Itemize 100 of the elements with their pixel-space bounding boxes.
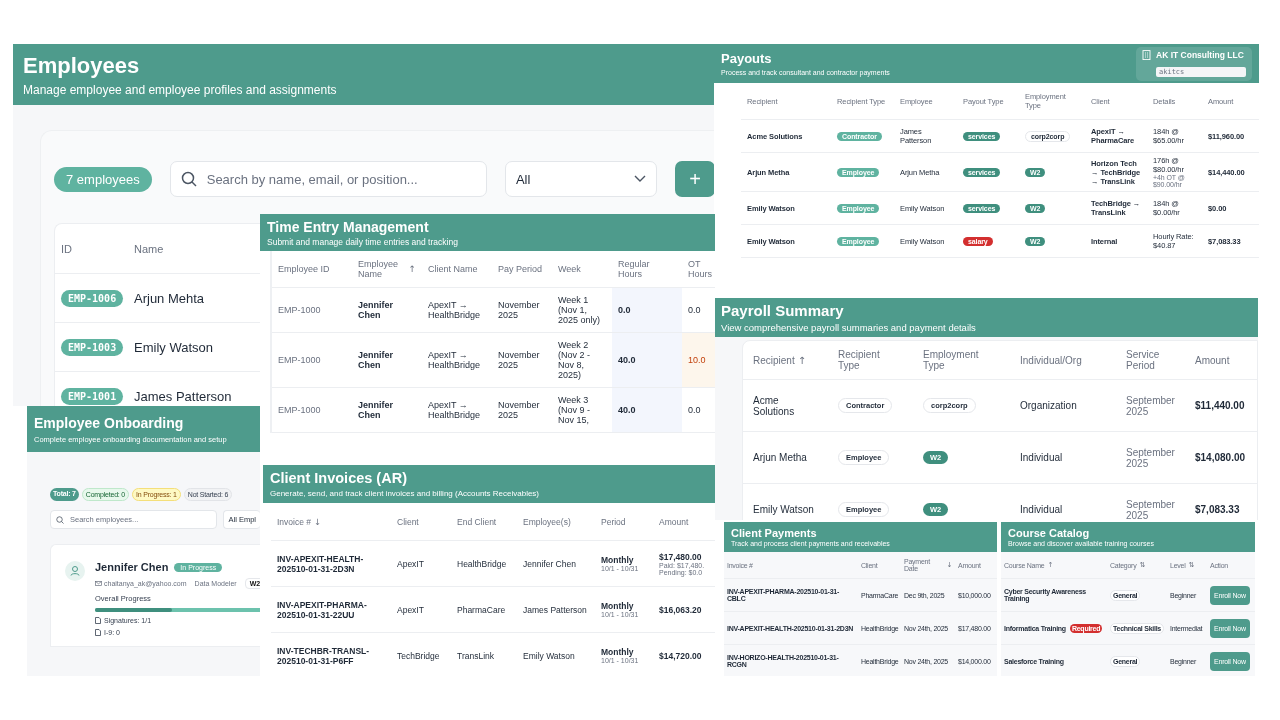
table-cell: 0.0 [612, 288, 682, 332]
table-cell-text: EMP-1000 [277, 304, 322, 317]
table-cell-text: ApexIT → HealthBridge [427, 299, 482, 322]
panel-title: Payouts [721, 51, 773, 66]
panel-title: Course Catalog [1008, 527, 1091, 539]
period-type: Monthly [601, 555, 634, 565]
table-cell: 10.0 [682, 333, 715, 387]
amount: $14,720.00 [659, 650, 702, 661]
column-header[interactable]: Individual/Org [1010, 351, 1116, 369]
table-cell-text: Organization [1019, 399, 1078, 413]
panel-title: Employee Onboarding [34, 414, 185, 431]
add-button[interactable]: + [675, 161, 715, 197]
table-cell-text: Jennifer Chen [522, 557, 577, 571]
amount: $16,063.20 [659, 604, 702, 615]
table-cell-text: September 2025 [1125, 497, 1176, 520]
count-badge: 7 employees [54, 166, 152, 192]
column-header[interactable]: Employee ID [272, 261, 352, 277]
table-cell-text: November 2025 [497, 399, 541, 422]
table-cell-text: EMP-1000 [277, 404, 322, 417]
page-subtitle: Manage employee and employee profiles and assignments [23, 82, 338, 97]
column-header[interactable]: Employee(s) [517, 513, 595, 530]
column-header[interactable]: Regular Hours [612, 256, 682, 282]
table-cell-text: Week 3 (Nov 9 - Nov 15, [557, 394, 591, 427]
table-cell-text: Jennifer Chen [357, 349, 394, 372]
table-cell-text: ApexIT → HealthBridge [427, 399, 482, 422]
sort-icon[interactable]: ↑ [408, 264, 416, 274]
employee-name: Jennifer Chen [95, 561, 169, 573]
company-name: AK IT Consulting LLC [1156, 49, 1245, 60]
table-cell-text: ApexIT [396, 557, 425, 571]
table-cell-text: 0.0 [687, 304, 702, 317]
column-header[interactable]: ID [55, 239, 128, 258]
table-cell-text: INV-TECHBR-TRANSL-202510-01-31-P6FF [276, 644, 371, 668]
table-cell-text: September 2025 [1125, 393, 1176, 419]
search-icon [180, 171, 197, 187]
column-header[interactable]: Name [128, 239, 262, 258]
search-field[interactable]: Search by name, email, or position... [204, 170, 476, 188]
table-cell-text: September 2025 [1125, 445, 1176, 471]
panel-subtitle: View comprehensive payroll summaries and payment details [721, 322, 977, 333]
table-cell-text: EMP-1000 [277, 354, 322, 367]
column-header[interactable]: Client [391, 513, 451, 530]
table-cell-text: November 2025 [497, 299, 541, 322]
column-header[interactable]: Invoice # [277, 516, 312, 527]
column-header[interactable]: OT Hours [682, 256, 715, 282]
employee-id: EMP-1003 [61, 338, 124, 356]
employee-name: Emily Watson [133, 338, 214, 357]
panel-title: Payroll Summary [721, 302, 845, 319]
table-cell-text: INV-APEXIT-HEALTH-202510-01-31-2D3N [276, 552, 365, 576]
sort-icon[interactable]: ↑ [797, 354, 807, 366]
table-cell-text: ApexIT → HealthBridge [427, 349, 482, 372]
column-header[interactable]: Pay Period [492, 261, 552, 277]
table-cell-text: PharmaCare [456, 603, 507, 617]
column-header[interactable]: Amount [1185, 351, 1257, 369]
table-cell-text: HealthBridge [456, 557, 508, 571]
column-header[interactable]: Employee Name [358, 259, 406, 279]
table-cell-text: Arjun Metha [752, 451, 808, 465]
filter-dropdown[interactable]: All [515, 171, 531, 187]
employee-name: James Patterson [133, 387, 233, 406]
table-cell-text: James Patterson [522, 603, 588, 617]
panel-title: Time Entry Management [267, 218, 430, 235]
sort-icon[interactable]: ↓ [314, 516, 322, 527]
table-cell-text: Individual [1019, 503, 1064, 517]
period-type: Monthly [601, 601, 634, 611]
chevron-down-icon[interactable] [634, 175, 646, 183]
table-cell-text: TechBridge [396, 649, 441, 663]
amount: $17,480.00 [659, 551, 702, 562]
search-icon [56, 515, 64, 524]
column-header[interactable]: Period [595, 513, 653, 530]
user-avatar-icon [65, 561, 85, 581]
panel-subtitle: Generate, send, and track client invoices and billing (Accounts Receivables) [270, 489, 541, 498]
table-cell-text: Emily Watson [752, 503, 815, 517]
column-header[interactable]: Amount [653, 513, 715, 530]
building-icon [1142, 49, 1151, 60]
table-cell-text: Individual [1019, 451, 1064, 465]
column-header[interactable]: Recipient [753, 354, 795, 366]
table-cell-text: Emily Watson [522, 649, 576, 663]
table-cell-text: TransLink [456, 649, 495, 663]
table-cell-text: Week 2 (Nov 2 - Nov 8, 2025) [557, 339, 591, 382]
mail-icon [95, 581, 102, 586]
period-type: Monthly [601, 647, 634, 657]
table-cell-text: $14,080.00 [1194, 451, 1247, 465]
employee-name: Arjun Mehta [133, 289, 206, 308]
table-cell: 40.0 [612, 388, 682, 432]
table-cell-text: Jennifer Chen [357, 299, 394, 322]
table-cell-text: INV-APEXIT-PHARMA-202510-01-31-22UU [276, 598, 368, 622]
panel-title: Client Payments [731, 527, 818, 539]
table-cell-text: 0.0 [687, 404, 702, 417]
table-cell-text: Week 1 (Nov 1, 2025 only) [557, 294, 602, 327]
column-header[interactable]: Service Period [1116, 346, 1185, 374]
search-box[interactable]: Search by name, email, or position... [169, 161, 487, 197]
column-header[interactable]: Client Name [422, 261, 492, 277]
table-cell-text: Jennifer Chen [357, 399, 394, 422]
table-cell-text: Acme Solutions [752, 393, 796, 419]
column-header[interactable]: Recipient Type [828, 346, 913, 374]
table-cell-text: $11,440.00 [1194, 399, 1246, 413]
column-header[interactable]: Week [552, 261, 612, 277]
table-cell: 40.0 [612, 333, 682, 387]
panel-subtitle: Submit and manage daily time entries and tracking [267, 236, 459, 247]
column-header[interactable]: Employment Type [913, 346, 1010, 374]
column-header[interactable]: End Client [451, 513, 517, 530]
table-cell-text: $7,083.33 [1194, 503, 1241, 517]
